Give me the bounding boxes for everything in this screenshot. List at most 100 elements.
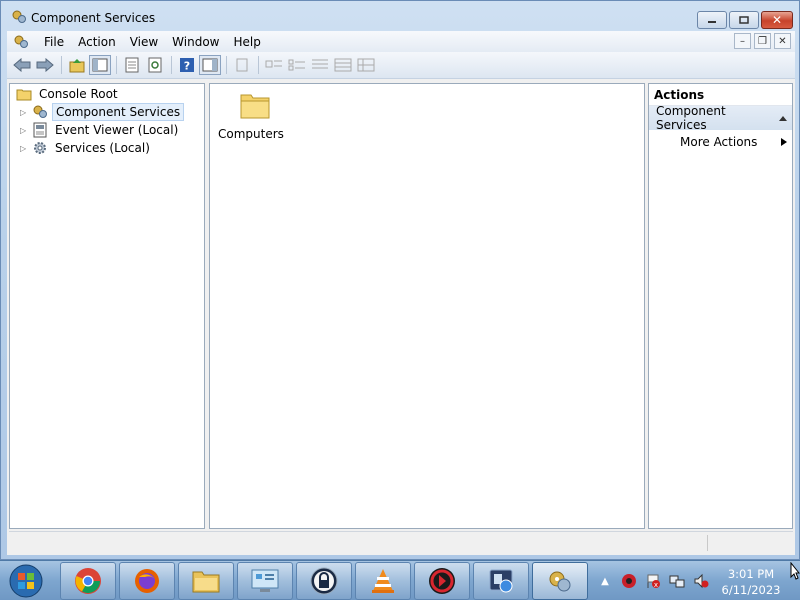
taskbar-keepass[interactable] (296, 562, 352, 600)
taskbar-clock[interactable]: 3:01 PM 6/11/2023 (716, 566, 786, 598)
child-close-button[interactable]: ✕ (774, 33, 791, 49)
show-hide-tree-icon (92, 58, 108, 72)
up-folder-icon (69, 59, 85, 73)
menu-help[interactable]: Help (227, 35, 268, 49)
up-one-level-button[interactable] (66, 55, 88, 75)
maximize-icon (739, 16, 749, 24)
show-hidden-icons-arrow[interactable]: ▲ (596, 572, 614, 590)
taskbar-control-panel[interactable] (237, 562, 293, 600)
view-small-icons-button[interactable] (286, 55, 308, 75)
title-bar[interactable]: Component Services ✕ (1, 1, 800, 31)
taskbar-red-app[interactable] (414, 562, 470, 600)
forward-button[interactable] (34, 55, 56, 75)
menu-view[interactable]: View (123, 35, 165, 49)
status-divider (707, 535, 708, 551)
list-item-computers[interactable]: Computers (218, 90, 284, 141)
expand-arrow-icon[interactable]: ▷ (20, 126, 30, 135)
actions-section-component-services[interactable]: Component Services (649, 104, 792, 132)
help-button[interactable]: ? (176, 55, 198, 75)
refresh-button[interactable] (144, 55, 166, 75)
details-icon (334, 58, 352, 72)
large-icons-icon (265, 60, 282, 68)
folder-icon (240, 94, 270, 119)
close-icon: ✕ (771, 13, 783, 27)
menu-bar: File Action View Window Help – ❐ ✕ (7, 31, 795, 52)
actions-pane: Actions Component Services More Actions (648, 83, 793, 529)
back-button[interactable] (11, 55, 33, 75)
tree-item-console-root[interactable]: Console Root (16, 85, 121, 103)
volume-muted-icon[interactable] (692, 572, 710, 590)
show-hide-tree-button[interactable] (89, 55, 111, 75)
minimize-icon (708, 21, 716, 23)
result-pane[interactable]: Computers (209, 83, 645, 529)
tree-item-event-viewer[interactable]: ▷ Event Viewer (Local) (20, 121, 181, 139)
tree-item-label: Console Root (39, 87, 118, 101)
menu-action[interactable]: Action (71, 35, 123, 49)
console-tree-pane[interactable]: Console Root ▷ Component Services ▷ Even… (9, 83, 205, 529)
taskbar-firefox[interactable] (119, 562, 175, 600)
list-icon (312, 59, 328, 69)
menu-window[interactable]: Window (165, 35, 226, 49)
view-details-button[interactable] (332, 55, 354, 75)
view-large-icons-button[interactable] (263, 55, 285, 75)
refresh-icon (148, 57, 162, 73)
disabled-tool-button[interactable] (231, 55, 253, 75)
maximize-button[interactable] (729, 11, 759, 29)
show-hide-action-pane-button[interactable] (199, 55, 221, 75)
taskbar-component-services[interactable] (532, 562, 588, 600)
expand-arrow-icon[interactable]: ▷ (20, 144, 30, 153)
folder-icon (16, 89, 32, 101)
disabled-icon (236, 58, 248, 72)
tree-item-component-services[interactable]: ▷ Component Services (20, 103, 185, 121)
remote-app-icon (489, 569, 513, 593)
expand-arrow-icon[interactable]: ▷ (20, 108, 30, 117)
start-button[interactable] (4, 562, 48, 600)
svg-text:?: ? (184, 60, 190, 73)
taskbar-vlc[interactable] (355, 562, 411, 600)
clock-date: 6/11/2023 (721, 583, 781, 597)
network-icon[interactable] (668, 572, 686, 590)
details-icon (357, 58, 375, 72)
minimize-button[interactable] (697, 11, 727, 29)
windows-start-orb-icon (9, 564, 43, 598)
taskbar-remote-app[interactable] (473, 562, 529, 600)
toolbar-separator (61, 56, 62, 74)
component-services-icon (12, 10, 26, 23)
small-icons-icon (288, 59, 305, 71)
window-title: Component Services (31, 11, 156, 25)
help-icon: ? (180, 58, 194, 73)
close-button[interactable]: ✕ (761, 11, 793, 29)
mmc-window: Component Services ✕ File Action View Wi… (0, 0, 800, 560)
flag-icon[interactable]: x (644, 572, 662, 590)
toolbar-separator (226, 56, 227, 74)
security-icon[interactable] (620, 572, 638, 590)
tree-item-services[interactable]: ▷ Services (Local) (20, 139, 153, 157)
menu-file[interactable]: File (37, 35, 71, 49)
toolbar: ? (7, 52, 795, 79)
action-label: More Actions (680, 135, 758, 149)
child-minimize-button[interactable]: – (734, 33, 751, 49)
action-more-actions[interactable]: More Actions (649, 130, 792, 154)
services-gear-icon (34, 142, 46, 154)
close-icon: ✕ (778, 35, 787, 47)
tree-item-label: Services (Local) (55, 141, 150, 155)
toolbar-separator (171, 56, 172, 74)
actions-header: Actions (649, 84, 792, 106)
taskbar-chrome[interactable] (60, 562, 116, 600)
taskbar-file-explorer[interactable] (178, 562, 234, 600)
svg-text:x: x (654, 581, 658, 589)
properties-button[interactable] (121, 55, 143, 75)
tree-item-label: Component Services (52, 103, 185, 121)
forward-arrow-icon (36, 58, 54, 72)
component-services-icon[interactable] (13, 34, 29, 50)
keepass-icon (310, 567, 338, 595)
minimize-icon: – (740, 35, 745, 47)
toolbar-separator (116, 56, 117, 74)
chrome-icon (75, 568, 101, 594)
view-details-alt-button[interactable] (355, 55, 377, 75)
view-list-button[interactable] (309, 55, 331, 75)
child-restore-button[interactable]: ❐ (754, 33, 771, 49)
show-hide-action-pane-icon (202, 58, 218, 72)
file-explorer-icon (192, 571, 220, 593)
vlc-icon (372, 569, 394, 593)
